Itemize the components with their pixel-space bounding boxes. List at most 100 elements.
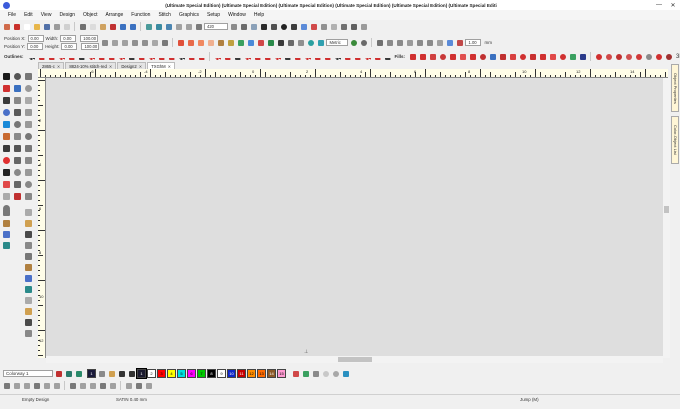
outline-style-2-button[interactable] bbox=[37, 52, 46, 61]
outline-style-8-button[interactable] bbox=[97, 52, 106, 61]
outline-style-36-button[interactable] bbox=[383, 52, 392, 61]
gradient-tool-button[interactable] bbox=[13, 156, 22, 165]
arrow-tool-button[interactable] bbox=[24, 84, 33, 93]
zoom-in-button[interactable] bbox=[174, 22, 183, 31]
menu-design[interactable]: Design bbox=[55, 12, 79, 18]
wave-tool-button[interactable] bbox=[2, 132, 11, 141]
document-tab-2[interactable]: 8824-10% stitch-red ✕ bbox=[65, 62, 117, 69]
fill-style-2-button[interactable] bbox=[418, 52, 427, 61]
stitch-view-button[interactable] bbox=[299, 22, 308, 31]
pen-grid-button[interactable] bbox=[249, 22, 258, 31]
menu-window[interactable]: Window bbox=[224, 12, 250, 18]
menu-object[interactable]: Object bbox=[79, 12, 101, 18]
mirror-h-button[interactable] bbox=[130, 38, 139, 47]
bevel-button[interactable] bbox=[150, 38, 159, 47]
view-3d-button[interactable]: 3D bbox=[674, 54, 680, 60]
outline-style-30-button[interactable] bbox=[323, 52, 332, 61]
fill-style-14-button[interactable] bbox=[538, 52, 547, 61]
height-field[interactable]: 0.00 bbox=[61, 42, 78, 50]
fill-style-6-button[interactable] bbox=[458, 52, 467, 61]
menu-setup[interactable]: Setup bbox=[203, 12, 224, 18]
fill-pattern-c-button[interactable] bbox=[614, 52, 623, 61]
remove-color-button[interactable] bbox=[127, 369, 136, 378]
satin-stitch-button[interactable] bbox=[176, 38, 185, 47]
fill-style-8-button[interactable] bbox=[478, 52, 487, 61]
scissor-tool-button[interactable] bbox=[24, 192, 33, 201]
color-object-list-tab[interactable]: Color-Object List bbox=[671, 116, 679, 164]
needle-button[interactable] bbox=[216, 38, 225, 47]
color-swatch-8[interactable]: 8 bbox=[207, 368, 216, 378]
delete-button[interactable] bbox=[108, 22, 117, 31]
print-preview-button[interactable] bbox=[62, 22, 71, 31]
outline-style-18-button[interactable] bbox=[197, 52, 206, 61]
ring-button[interactable] bbox=[306, 38, 315, 47]
color-swatch-15[interactable]: 15 bbox=[277, 368, 286, 378]
leaf-button[interactable] bbox=[196, 38, 205, 47]
outline-style-4-button[interactable] bbox=[57, 52, 66, 61]
design-tool-10-button[interactable] bbox=[24, 263, 33, 272]
align-right-button[interactable] bbox=[22, 381, 31, 390]
lasso-tool-button[interactable] bbox=[2, 84, 11, 93]
fill-style-5-button[interactable] bbox=[448, 52, 457, 61]
sequence-button[interactable] bbox=[309, 22, 318, 31]
new-button[interactable] bbox=[22, 22, 31, 31]
outline-style-24-button[interactable] bbox=[263, 52, 272, 61]
reshape-button[interactable] bbox=[395, 38, 404, 47]
design-tool-5-button[interactable] bbox=[24, 208, 33, 217]
stack-button[interactable] bbox=[144, 381, 153, 390]
node-tool-button[interactable] bbox=[13, 72, 22, 81]
copy-button[interactable] bbox=[88, 22, 97, 31]
horizontal-scroll-thumb[interactable] bbox=[338, 357, 372, 362]
cut-button[interactable] bbox=[78, 22, 87, 31]
crosshair-tool-button[interactable] bbox=[13, 168, 22, 177]
outline-style-28-button[interactable] bbox=[303, 52, 312, 61]
rings-tool-button[interactable] bbox=[2, 144, 11, 153]
outline-style-6-button[interactable] bbox=[77, 52, 86, 61]
mirror-v-button[interactable] bbox=[140, 38, 149, 47]
add-color-button[interactable] bbox=[117, 369, 126, 378]
document-tab-4[interactable]: TXGhM ✕ bbox=[147, 62, 176, 69]
thread-list-button[interactable] bbox=[341, 369, 350, 378]
fill-style-4-button[interactable] bbox=[438, 52, 447, 61]
design-tool-8-button[interactable] bbox=[24, 241, 33, 250]
color-swatch-11[interactable]: 11 bbox=[237, 368, 246, 378]
outline-style-29-button[interactable] bbox=[313, 52, 322, 61]
fill-style-7-button[interactable] bbox=[468, 52, 477, 61]
color-chart-button[interactable] bbox=[349, 22, 358, 31]
color-swatch-10[interactable]: 10 bbox=[227, 368, 236, 378]
fill-style-10-button[interactable] bbox=[498, 52, 507, 61]
design-canvas[interactable]: ⊥ bbox=[46, 78, 663, 358]
design-tool-6-button[interactable] bbox=[24, 219, 33, 228]
menu-arrange[interactable]: Arrange bbox=[101, 12, 127, 18]
grid-settings-button[interactable] bbox=[269, 22, 278, 31]
satin-tool-button[interactable] bbox=[13, 144, 22, 153]
color-swatch-14[interactable]: 14 bbox=[267, 368, 276, 378]
undo-button[interactable] bbox=[118, 22, 127, 31]
fill-style-13-button[interactable] bbox=[528, 52, 537, 61]
cup-tool-button[interactable] bbox=[2, 192, 11, 201]
import-button[interactable] bbox=[144, 22, 153, 31]
ellipse-tool-button[interactable] bbox=[24, 108, 33, 117]
color-picker-button[interactable] bbox=[107, 369, 116, 378]
menu-view[interactable]: View bbox=[37, 12, 56, 18]
layers-button[interactable] bbox=[339, 22, 348, 31]
zoom-window-button[interactable] bbox=[229, 22, 238, 31]
bullseye-tool-button[interactable] bbox=[2, 168, 11, 177]
design-tool-11-button[interactable] bbox=[24, 274, 33, 283]
outline-style-35-button[interactable] bbox=[373, 52, 382, 61]
slash-tool-button[interactable] bbox=[311, 369, 320, 378]
color-swatch-1[interactable]: 1 bbox=[136, 367, 147, 379]
rotate-left-button[interactable] bbox=[110, 38, 119, 47]
color-swatch-4[interactable]: 4 bbox=[167, 368, 176, 378]
outline-style-1-button[interactable] bbox=[27, 52, 36, 61]
color-table-button[interactable] bbox=[54, 369, 63, 378]
rotate-tool-button[interactable] bbox=[24, 132, 33, 141]
design-tool-16-button[interactable] bbox=[24, 329, 33, 338]
outline-style-14-button[interactable] bbox=[157, 52, 166, 61]
document-tab-3[interactable]: Design2 ✕ bbox=[117, 62, 147, 69]
fill-pattern-h-button[interactable] bbox=[664, 52, 673, 61]
cursor-select-button[interactable] bbox=[375, 38, 384, 47]
design-tool-15-button[interactable] bbox=[24, 318, 33, 327]
outline-style-20-button[interactable] bbox=[223, 52, 232, 61]
align-center-button[interactable] bbox=[12, 381, 21, 390]
